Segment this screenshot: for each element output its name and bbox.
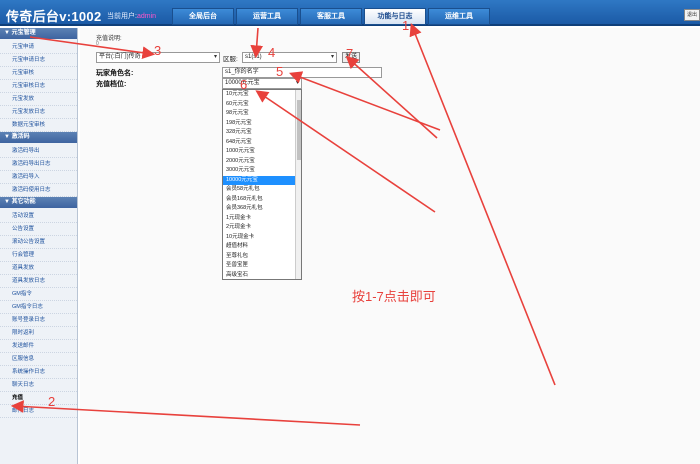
annotation-hint: 按1-7点击即可 (352, 289, 436, 304)
tab-maintenance[interactable]: 运维工具 (428, 8, 490, 25)
tier-option[interactable]: 会员368元礼包 (223, 204, 301, 214)
sidebar-item[interactable]: 发送邮件 (0, 340, 77, 353)
dropdown-scrollbar-thumb[interactable] (297, 100, 301, 160)
sidebar-item[interactable]: 活动设置 (0, 210, 77, 223)
tier-option-selected[interactable]: 10000元元宝 (223, 175, 301, 185)
platform-select-value: 平台(:白门)传奇 (99, 54, 141, 60)
sidebar-item[interactable]: 元宝审核 (0, 67, 77, 80)
main-panel: 充值说明: 0 平台(:白门)传奇 ▾ 区服: s1(s1) ▾ 发送 玩家角色… (80, 28, 700, 464)
recharge-description-label: 充值说明: (96, 36, 122, 42)
annotation-number-5: 5 (276, 64, 284, 79)
recharge-description-value: 0 (96, 41, 99, 47)
tier-option[interactable]: 198元元宝 (223, 119, 301, 129)
sidebar-item[interactable]: 道具发放 (0, 262, 77, 275)
tier-option[interactable]: 648元元宝 (223, 138, 301, 148)
sidebar-item[interactable]: 元宝发放 (0, 93, 77, 106)
sidebar-item-recharge[interactable]: 充值 (0, 392, 77, 405)
annotation-number-2: 2 (48, 394, 56, 409)
sidebar-item[interactable]: 聊天日志 (0, 379, 77, 392)
sidebar-item[interactable]: 元宝申请日志 (0, 54, 77, 67)
sidebar-item[interactable]: 元宝申请 (0, 41, 77, 54)
tier-option[interactable]: 高级宝石 (223, 271, 301, 280)
tier-option[interactable]: 3000元元宝 (223, 166, 301, 176)
tier-option[interactable]: 圣兽宝匣 (223, 261, 301, 271)
sidebar-item[interactable]: 数据元宝审核 (0, 119, 77, 132)
tier-option[interactable]: 2元现金卡 (223, 223, 301, 233)
dropdown-scrollbar[interactable] (295, 90, 301, 279)
tier-option[interactable]: 328元元宝 (223, 128, 301, 138)
chevron-down-icon: ▾ (295, 80, 299, 86)
sidebar-item[interactable]: 元宝审核日志 (0, 80, 77, 93)
tier-option[interactable]: 会员168元礼包 (223, 195, 301, 205)
sidebar-item[interactable]: 激活码导出日志 (0, 158, 77, 171)
tier-option[interactable]: 超值材料 (223, 242, 301, 252)
tier-option[interactable]: 2000元元宝 (223, 157, 301, 167)
zone-select[interactable]: s1(s1) ▾ (242, 52, 337, 63)
sidebar: ▼ 元宝管理 元宝申请 元宝申请日志 元宝审核 元宝审核日志 元宝发放 元宝发放… (0, 28, 78, 464)
chevron-down-icon: ▾ (330, 54, 334, 60)
zone-select-value: s1(s1) (245, 54, 262, 60)
annotation-number-3: 3 (154, 43, 162, 58)
sidebar-section-ingot[interactable]: ▼ 元宝管理 (0, 28, 77, 39)
current-user-label: 当前用户: (107, 13, 137, 20)
recharge-tier-label: 充值档位: (96, 81, 127, 88)
annotation-number-1: 1 (402, 18, 410, 33)
tier-option[interactable]: 60元元宝 (223, 100, 301, 110)
sidebar-item[interactable]: 元宝发放日志 (0, 106, 77, 119)
sidebar-section-other[interactable]: ▼ 其它功能 (0, 197, 77, 208)
annotation-number-7: 7 (346, 46, 354, 61)
tier-option[interactable]: 10元元宝 (223, 90, 301, 100)
sidebar-item[interactable]: 道具发放日志 (0, 275, 77, 288)
recharge-tier-dropdown: 10元元宝 60元元宝 98元元宝 198元元宝 328元元宝 648元元宝 1… (222, 89, 302, 280)
chevron-down-icon: ▾ (213, 54, 217, 60)
tier-option[interactable]: 10元现金卡 (223, 233, 301, 243)
annotation-number-4: 4 (268, 45, 276, 60)
tier-option[interactable]: 1000元元宝 (223, 147, 301, 157)
sidebar-item[interactable]: 邮件日志 (0, 405, 77, 418)
logout-button[interactable]: 退出 (684, 9, 700, 21)
recharge-tier-select[interactable]: 10000元元宝 ▾ (222, 78, 302, 89)
sidebar-item[interactable]: 激活码导出 (0, 145, 77, 158)
sidebar-item[interactable]: 系统操作日志 (0, 366, 77, 379)
role-name-label: 玩家角色名: (96, 70, 134, 77)
top-header: 传奇后台v:1002 当前用户:admin 全局后台 运营工具 客服工具 功能与… (0, 0, 700, 26)
annotation-number-6: 6 (240, 77, 248, 92)
top-nav: 全局后台 运营工具 客服工具 功能与日志 运维工具 (172, 8, 492, 25)
tab-functions-logs[interactable]: 功能与日志 (364, 8, 426, 25)
current-user-name: admin (136, 13, 157, 20)
sidebar-item[interactable]: 滚动公告设置 (0, 236, 77, 249)
sidebar-item[interactable]: GM指令 (0, 288, 77, 301)
current-user: 当前用户:admin (107, 11, 156, 21)
sidebar-item[interactable]: 公告设置 (0, 223, 77, 236)
brand-title: 传奇后台v:1002 (6, 9, 102, 24)
sidebar-item[interactable]: 行会管理 (0, 249, 77, 262)
zone-label: 区服: (223, 56, 238, 63)
sidebar-item[interactable]: 激活码使用日志 (0, 184, 77, 197)
sidebar-item[interactable]: 区服信息 (0, 353, 77, 366)
tier-option[interactable]: 至尊礼包 (223, 252, 301, 262)
sidebar-section-activation[interactable]: ▼ 激活码 (0, 132, 77, 143)
tier-option[interactable]: 1元现金卡 (223, 214, 301, 224)
sidebar-item[interactable]: 账号登录日志 (0, 314, 77, 327)
sidebar-item[interactable]: 限时返利 (0, 327, 77, 340)
sidebar-item[interactable]: GM指令日志 (0, 301, 77, 314)
tab-customer-service[interactable]: 客服工具 (300, 8, 362, 25)
tier-option[interactable]: 98元元宝 (223, 109, 301, 119)
tier-option[interactable]: 会员58元礼包 (223, 185, 301, 195)
tab-global[interactable]: 全局后台 (172, 8, 234, 25)
sidebar-item[interactable]: 激活码导入 (0, 171, 77, 184)
tab-operations[interactable]: 运营工具 (236, 8, 298, 25)
